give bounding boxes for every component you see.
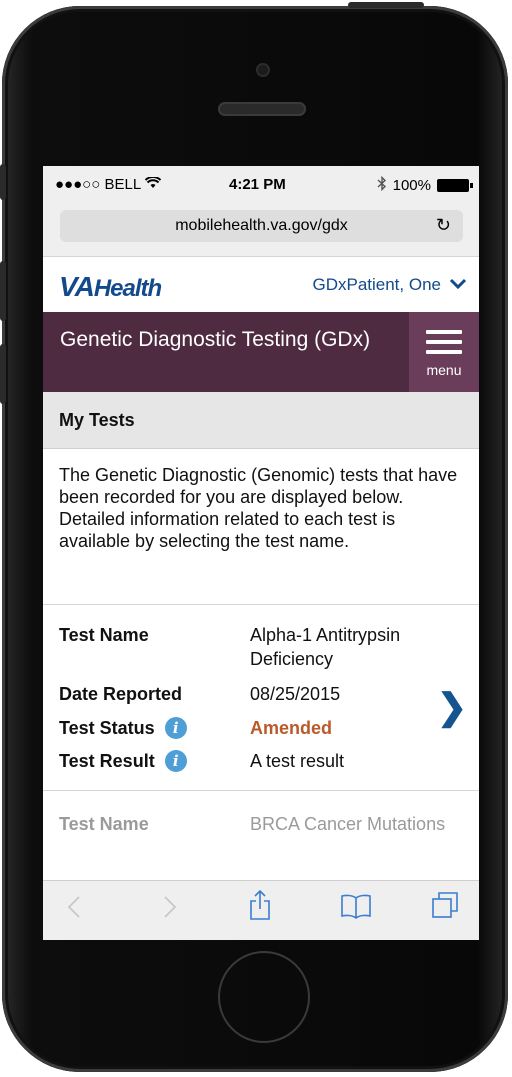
url-text: mobilehealth.va.gov/gdx xyxy=(175,217,348,234)
test-name-label: Test Name xyxy=(59,814,149,834)
divider xyxy=(43,604,479,605)
home-button[interactable] xyxy=(218,951,310,1043)
address-bar[interactable]: mobilehealth.va.gov/gdx ↻ xyxy=(60,210,463,242)
forward-icon[interactable] xyxy=(163,895,177,926)
volume-down-button xyxy=(0,344,6,404)
info-icon[interactable]: i xyxy=(164,750,187,772)
menu-button[interactable]: menu xyxy=(409,312,479,392)
clock: 4:21 PM xyxy=(229,176,286,193)
phone-frame: ●●●○○ BELL 4:21 PM 100% mobilehealth.va.… xyxy=(0,2,508,1072)
chevron-down-icon xyxy=(449,275,467,295)
bookmarks-icon[interactable] xyxy=(340,893,372,926)
hamburger-icon xyxy=(426,329,462,334)
status-bar: ●●●○○ BELL 4:21 PM 100% xyxy=(43,166,479,202)
user-menu[interactable]: GDxPatient, One xyxy=(312,275,467,295)
back-icon[interactable] xyxy=(67,895,81,926)
chevron-right-icon[interactable]: ❯ xyxy=(437,686,467,728)
user-name: GDxPatient, One xyxy=(312,275,441,294)
browser-address-area: mobilehealth.va.gov/gdx ↻ xyxy=(43,202,479,257)
mute-switch xyxy=(0,164,6,200)
test-name-value[interactable]: Alpha-1 Antitrypsin Deficiency xyxy=(250,623,450,671)
app-title: Genetic Diagnostic Testing (GDx) xyxy=(60,328,371,351)
battery-percent: 100% xyxy=(392,177,431,194)
section-header: My Tests xyxy=(43,392,479,449)
intro-text: The Genetic Diagnostic (Genomic) tests t… xyxy=(59,465,458,551)
test-status-label: Test Status xyxy=(59,718,155,738)
test-name-label: Test Name xyxy=(59,625,149,645)
date-reported-label: Date Reported xyxy=(59,684,183,704)
test-name-value[interactable]: BRCA Cancer Mutations xyxy=(250,812,450,836)
browser-toolbar xyxy=(43,880,479,940)
section-title: My Tests xyxy=(59,410,135,430)
test-status-value: Amended xyxy=(250,718,333,738)
date-reported-value: 08/25/2015 xyxy=(250,684,341,704)
reload-icon[interactable]: ↻ xyxy=(436,215,451,236)
volume-up-button xyxy=(0,261,6,321)
info-icon[interactable]: i xyxy=(164,717,187,739)
front-camera xyxy=(256,63,270,77)
va-health-logo[interactable]: VAHealth xyxy=(59,271,162,303)
power-button xyxy=(348,2,424,8)
site-header: VAHealth GDxPatient, One xyxy=(43,257,479,312)
test-result-value: A test result xyxy=(250,751,345,771)
share-icon[interactable] xyxy=(248,889,272,928)
wifi-icon xyxy=(144,176,161,193)
divider xyxy=(43,790,479,791)
test-result-label: Test Result xyxy=(59,751,155,771)
earpiece-speaker xyxy=(218,102,306,116)
battery-icon xyxy=(437,179,473,192)
carrier-label: ●●●○○ BELL xyxy=(55,176,141,193)
menu-label: menu xyxy=(426,361,462,378)
screen: ●●●○○ BELL 4:21 PM 100% mobilehealth.va.… xyxy=(43,166,479,940)
tabs-icon[interactable] xyxy=(431,891,459,926)
bluetooth-icon xyxy=(377,175,387,195)
app-title-bar: Genetic Diagnostic Testing (GDx) menu xyxy=(43,312,479,392)
